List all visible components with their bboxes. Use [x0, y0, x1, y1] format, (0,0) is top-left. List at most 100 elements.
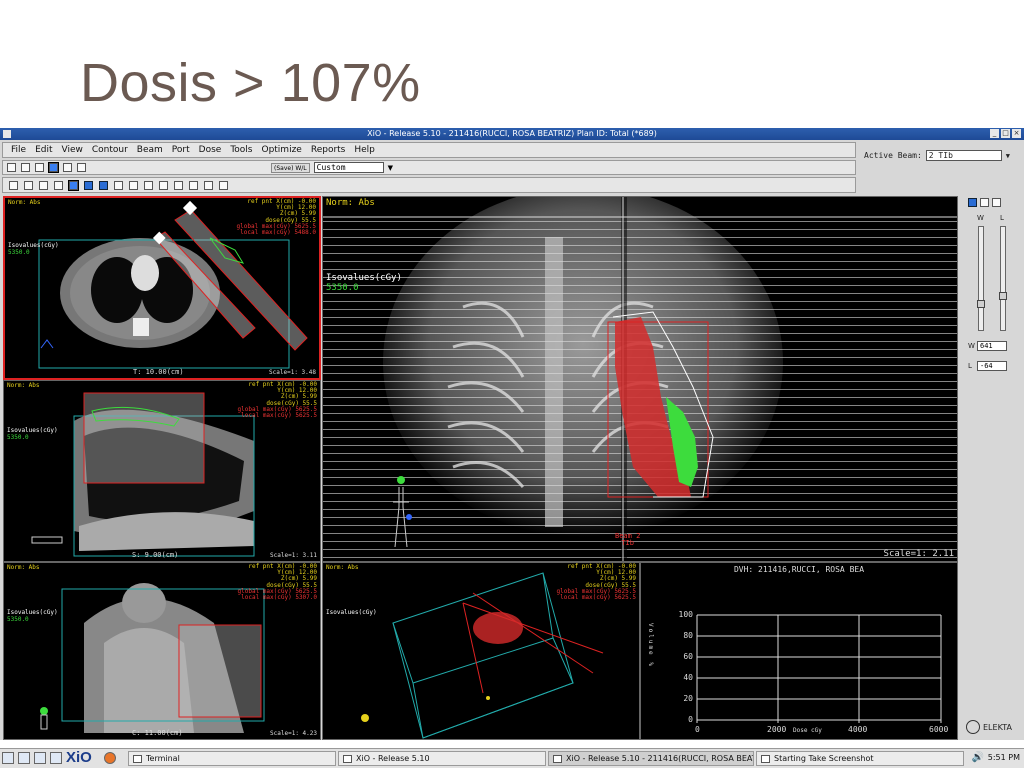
menu-icon[interactable]	[18, 752, 30, 764]
zoom-out-icon[interactable]	[24, 180, 33, 190]
calc-icon[interactable]	[159, 180, 168, 190]
readout-line: local max(cGy) 5625.5	[241, 412, 317, 420]
chevron-down-icon[interactable]: ▼	[1006, 152, 1010, 160]
beam-icon[interactable]	[114, 180, 123, 190]
w-slider[interactable]	[978, 226, 984, 331]
menu-tools[interactable]: Tools	[230, 145, 252, 155]
window-menu-icon[interactable]	[3, 130, 11, 138]
eye-icon[interactable]	[980, 198, 989, 207]
readout-line: local max(cGy) 5625.5	[560, 594, 636, 602]
l-slider-knob[interactable]	[999, 292, 1007, 300]
dvh-x-label: Dose cGy	[793, 727, 822, 734]
shield-icon[interactable]	[219, 180, 228, 190]
3d-view[interactable]: Norm: Abs Isovalues(cGy) ref pnt X(cm) -…	[322, 562, 640, 740]
l-label: L	[1000, 214, 1004, 222]
contour-display-icon[interactable]	[968, 198, 977, 207]
scale-label: Scale=1: 4.23	[270, 730, 317, 737]
elekta-logo-icon	[966, 720, 980, 734]
window-level-group: (Save) W/L Custom ▼	[271, 162, 393, 173]
save-wl-button[interactable]: (Save) W/L	[271, 162, 310, 173]
menu-file[interactable]: File	[11, 145, 26, 155]
menu-reports[interactable]: Reports	[311, 145, 346, 155]
menu-optimize[interactable]: Optimize	[261, 145, 301, 155]
w-value-label: W	[968, 342, 975, 350]
window-icon	[343, 754, 352, 763]
menu-dose[interactable]: Dose	[199, 145, 222, 155]
firefox-icon[interactable]	[104, 752, 116, 764]
taskbar-item-label: XiO - Release 5.10 - 211416(RUCCI, ROSA …	[566, 754, 753, 763]
contour-tool-icon[interactable]	[7, 163, 16, 172]
norm-label: Norm: Abs	[8, 199, 41, 206]
slice-position: S: 9.00(cm)	[132, 551, 179, 559]
norm-label: Norm: Abs	[7, 382, 40, 389]
dvh-y-tick: 80	[683, 631, 693, 640]
chevron-down-icon[interactable]: ▼	[388, 164, 393, 172]
close-button[interactable]: ×	[1012, 129, 1021, 138]
menu-help[interactable]: Help	[354, 145, 375, 155]
w-slider-knob[interactable]	[977, 300, 985, 308]
face-icon[interactable]	[992, 198, 1001, 207]
clock: 5:51 PM	[987, 753, 1020, 762]
dvh-y-tick: 60	[683, 652, 693, 661]
menu-contour[interactable]: Contour	[92, 145, 128, 155]
maximize-button[interactable]: □	[1001, 129, 1010, 138]
l-value-input[interactable]: -64	[977, 361, 1007, 371]
coronal-view[interactable]: Norm: Abs Isovalues(cGy) 5350.0 ref pnt …	[3, 562, 321, 740]
xio-logo[interactable]: XiO	[66, 749, 92, 766]
toolbar-secondary	[2, 177, 856, 193]
taskbar-item-xio[interactable]: XiO - Release 5.10	[338, 751, 546, 766]
camera-icon	[761, 754, 770, 763]
menu-beam[interactable]: Beam	[137, 145, 163, 155]
taskbar-item-label: Starting Take Screenshot	[774, 754, 874, 763]
dvh-view[interactable]: DVH: 211416,RUCCI, ROSA BEA Volume % 100…	[640, 562, 958, 740]
minimize-button[interactable]: _	[990, 129, 999, 138]
isovalues-label: Isovalues(cGy)	[7, 427, 58, 434]
l-slider[interactable]	[1000, 226, 1006, 331]
dose-readout: ref pnt X(cm) -0.00 Y(cm) 12.00 Z(cm) 5.…	[238, 381, 317, 420]
volume-icon[interactable]: 🔊	[972, 752, 984, 763]
edit-icon[interactable]	[50, 752, 62, 764]
taskbar-item-screenshot[interactable]: Starting Take Screenshot	[756, 751, 964, 766]
beam-sub: TIb	[621, 539, 634, 547]
link-icon[interactable]	[189, 180, 198, 190]
print-icon[interactable]	[39, 180, 48, 190]
terminal-icon	[133, 754, 142, 763]
view-2-icon[interactable]	[84, 180, 93, 190]
w-value-input[interactable]: 641	[977, 341, 1007, 351]
active-beam-label: Active Beam:	[864, 151, 922, 160]
isovalue: 5350.0	[7, 434, 29, 441]
wand-tool-icon[interactable]	[63, 163, 72, 172]
taskbar-item-label: XiO - Release 5.10	[356, 754, 430, 763]
view-3-icon[interactable]	[99, 180, 108, 190]
view-1-icon[interactable]	[68, 179, 79, 191]
sagittal-view[interactable]: Norm: Abs Isovalues(cGy) 5350.0 ref pnt …	[3, 380, 321, 562]
taskbar-item-xio-plan[interactable]: XiO - Release 5.10 - 211416(RUCCI, ROSA …	[548, 751, 754, 766]
beams-eye-view[interactable]: Norm: Abs Isovalues(cGy) 5350.0 Beam 2 T…	[322, 196, 958, 562]
tool-icon[interactable]	[204, 180, 213, 190]
menu-view[interactable]: View	[62, 145, 83, 155]
u-tool-icon[interactable]	[48, 162, 59, 173]
menu-edit[interactable]: Edit	[35, 145, 52, 155]
norm-label: Norm: Abs	[326, 198, 375, 208]
isovalues-label: Isovalues(cGy)	[326, 273, 402, 283]
dvh-grid	[696, 614, 942, 723]
files-icon[interactable]	[34, 752, 46, 764]
taskbar-item-terminal[interactable]: Terminal	[128, 751, 336, 766]
dose-icon[interactable]	[129, 180, 138, 190]
wl-preset-select[interactable]: Custom	[313, 162, 384, 173]
elekta-text: ELEKTA	[983, 722, 1012, 732]
zoom-in-icon[interactable]	[9, 180, 18, 190]
chart-icon[interactable]	[174, 180, 183, 190]
isovalue: 5350.0	[8, 249, 30, 256]
active-beam: Active Beam: 2 TIb ▼	[864, 150, 1010, 161]
transverse-view[interactable]: Norm: Abs Isovalues(cGy) 5350.0 ref pnt …	[3, 196, 321, 380]
crosshair-tool-icon[interactable]	[35, 163, 44, 172]
mu-icon[interactable]	[144, 180, 153, 190]
show-desktop-icon[interactable]	[2, 752, 14, 764]
person-tool-icon[interactable]	[21, 163, 30, 172]
window-titlebar[interactable]: XiO - Release 5.10 - 211416(RUCCI, ROSA …	[0, 128, 1024, 140]
save-icon[interactable]	[54, 180, 63, 190]
active-beam-select[interactable]: 2 TIb	[925, 150, 1002, 161]
menu-port[interactable]: Port	[172, 145, 190, 155]
check-tool-icon[interactable]	[77, 163, 86, 172]
